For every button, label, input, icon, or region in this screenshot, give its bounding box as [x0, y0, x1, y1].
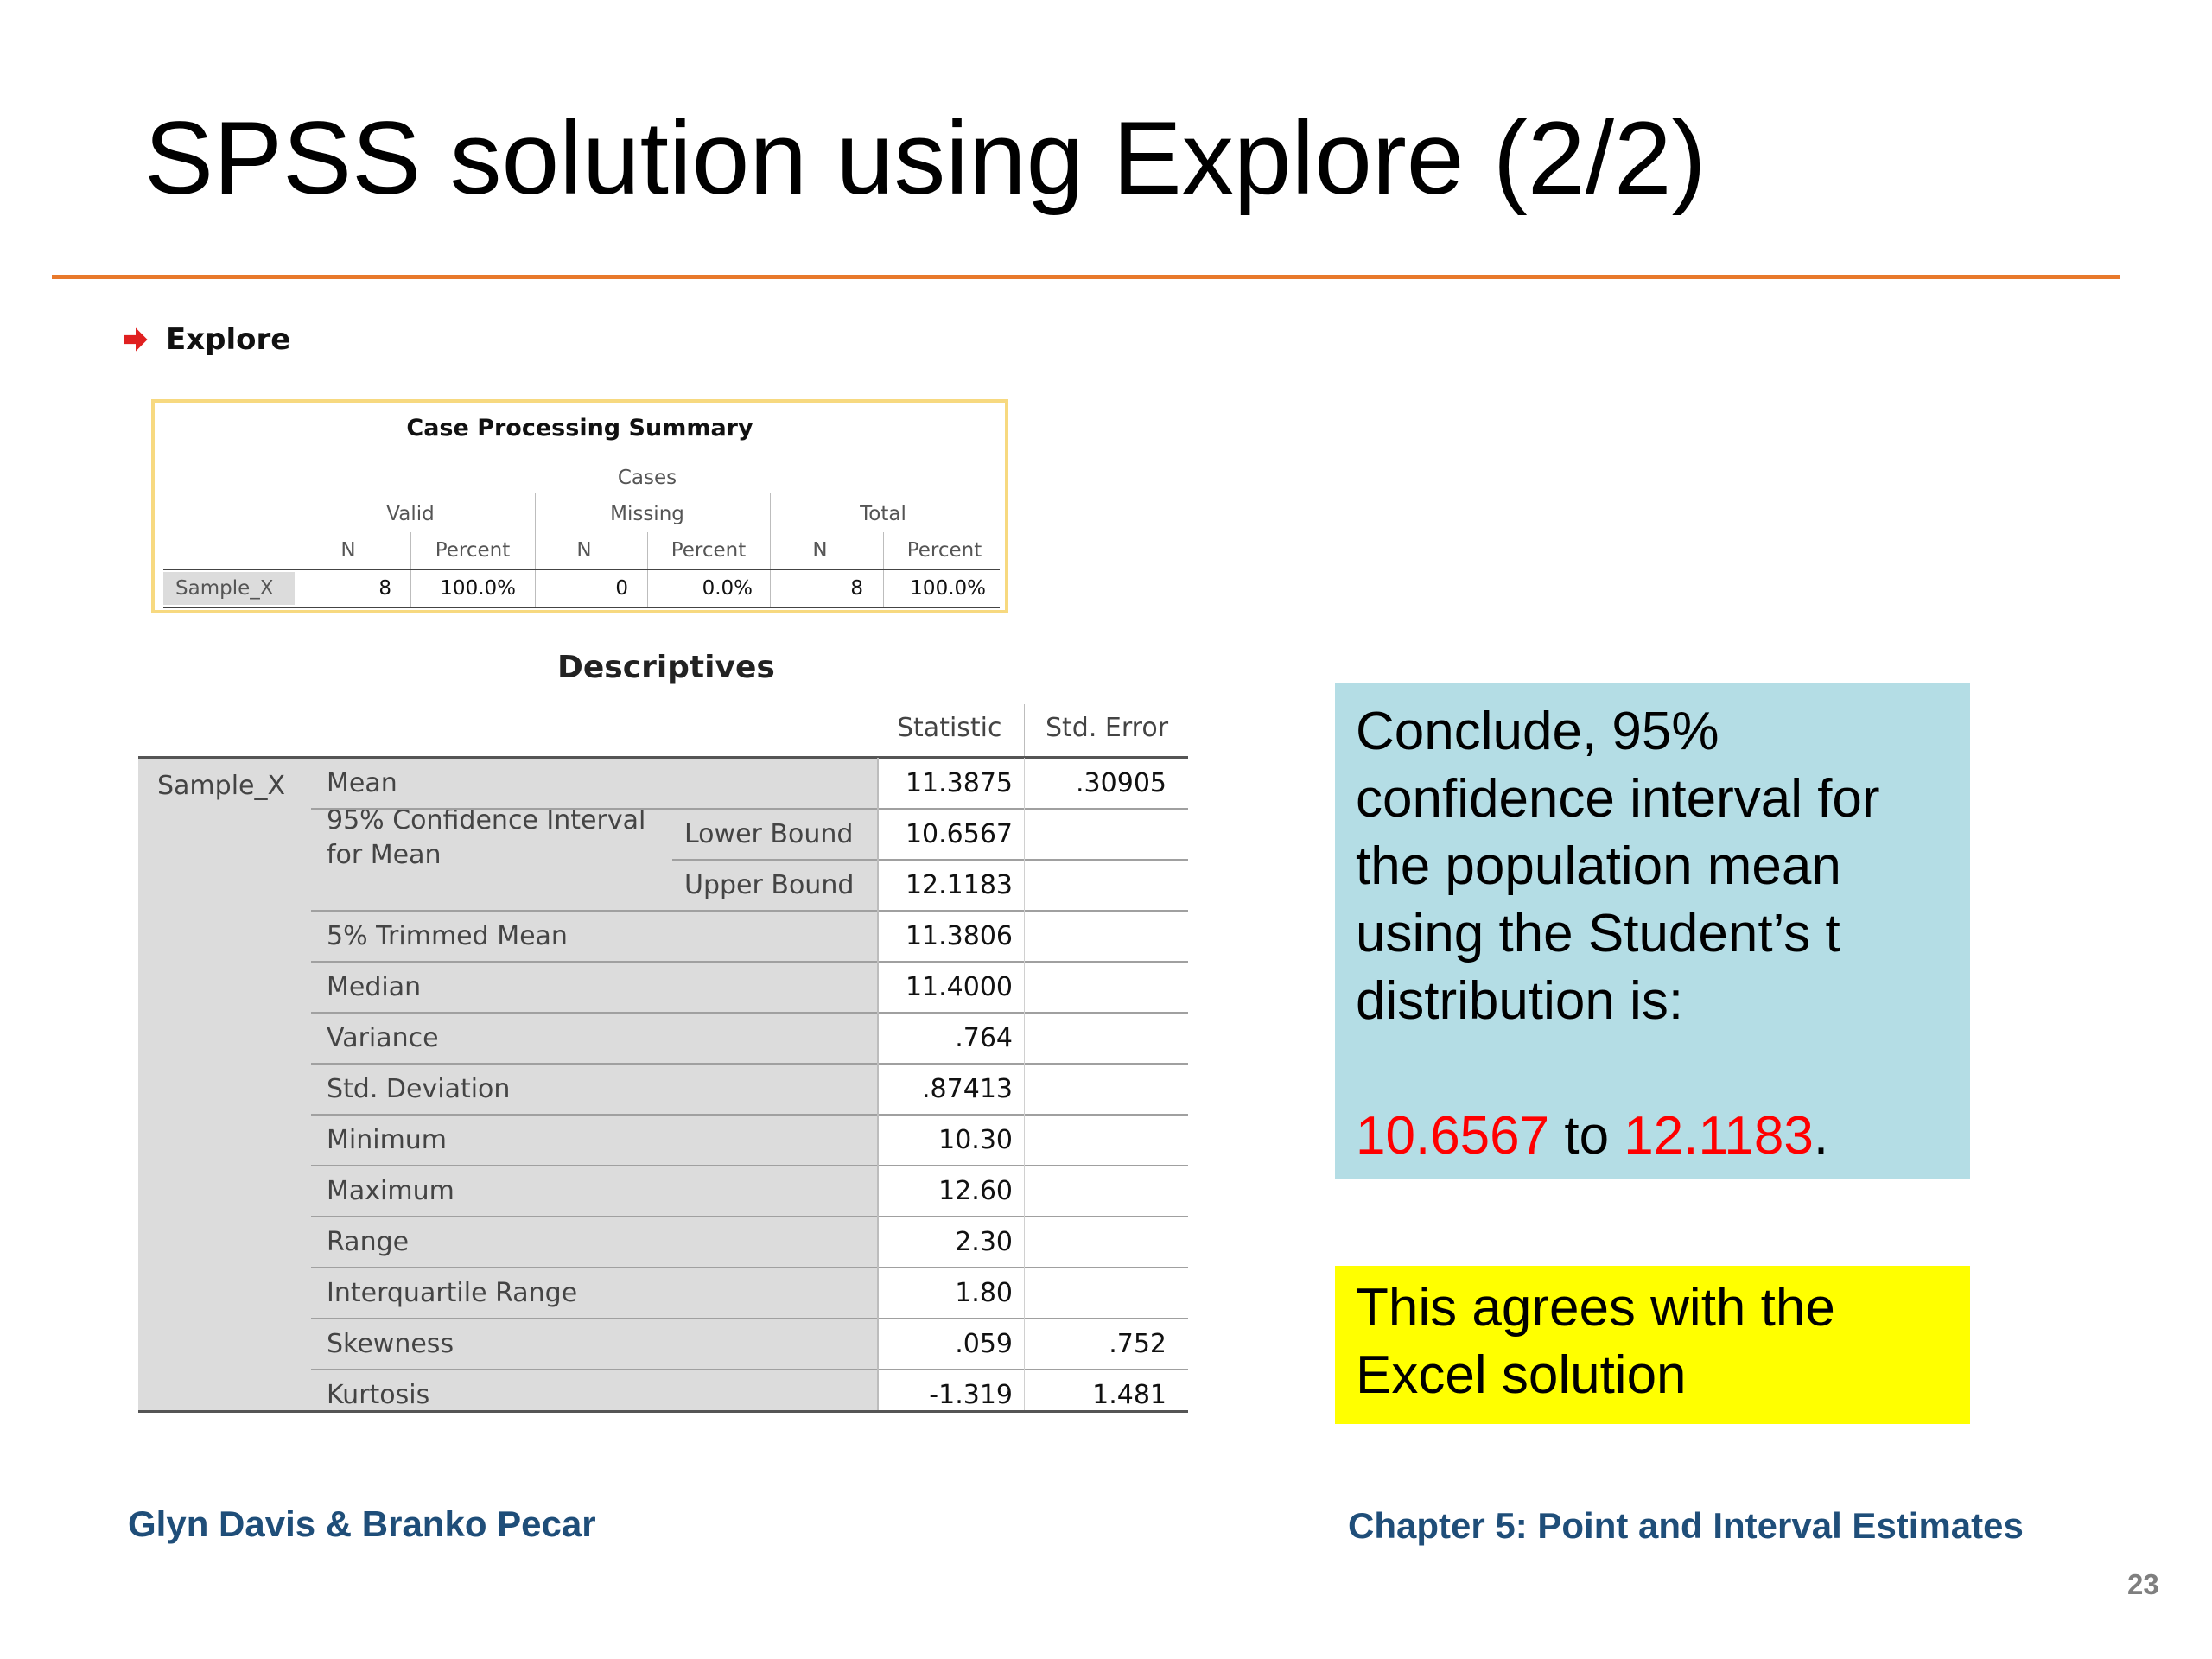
descriptives-row-statistic: .87413: [922, 1074, 1013, 1104]
descriptives-row-label: Skewness: [327, 1329, 454, 1359]
sub-header-n: N: [576, 539, 592, 562]
interval-end: .: [1813, 1106, 1829, 1166]
descriptives-row-statistic: 10.6567: [905, 819, 1013, 849]
descriptives-row-label: Range: [327, 1227, 410, 1257]
descriptives-row-statistic: 2.30: [955, 1227, 1013, 1257]
title-divider: [52, 275, 2120, 279]
descriptives-row-label: Median: [327, 972, 422, 1002]
interval-lower: 10.6567: [1356, 1106, 1550, 1166]
descriptives-row-statistic: -1.319: [929, 1380, 1013, 1410]
ci-label-line-2: for Mean: [327, 840, 442, 870]
explore-heading: Explore: [121, 318, 290, 361]
case-processing-title: Case Processing Summary: [406, 415, 753, 442]
value-total-percent: 100.0%: [910, 577, 986, 600]
variable-label: Sample_X: [157, 771, 286, 801]
footer-authors: Glyn Davis & Branko Pecar: [128, 1503, 596, 1544]
value-valid-percent: 100.0%: [440, 577, 516, 600]
descriptives-row-label: 5% Trimmed Mean: [327, 921, 568, 951]
descriptives-row-statistic: .764: [955, 1023, 1013, 1053]
conclusion-box: Conclude, 95% confidence interval for th…: [1335, 683, 1970, 1179]
descriptives-row-label: Upper Bound: [684, 870, 855, 900]
explore-label: Explore: [166, 322, 291, 357]
descriptives-row-statistic: 12.60: [938, 1176, 1013, 1206]
sub-header-percent: Percent: [906, 539, 982, 562]
descriptives-row-label: Minimum: [327, 1125, 448, 1155]
descriptives-row-statistic: 11.4000: [905, 972, 1013, 1002]
descriptives-row-statistic: 1.80: [955, 1278, 1013, 1308]
descriptives-row-std-error: .30905: [1076, 768, 1166, 798]
sub-header-percent: Percent: [671, 539, 747, 562]
descriptives-row-label: Std. Deviation: [327, 1074, 511, 1104]
case-processing-summary-table: Case Processing Summary Cases Valid Miss…: [151, 399, 1008, 613]
row-label: Sample_X: [175, 577, 274, 600]
descriptives-row-label: Maximum: [327, 1176, 454, 1206]
descriptives-row-statistic: 11.3806: [905, 921, 1013, 951]
page-number: 23: [2127, 1568, 2159, 1600]
descriptives-row-label: Mean: [327, 768, 397, 798]
red-arrow-icon: [124, 327, 148, 352]
descriptives-row-statistic: 11.3875: [905, 768, 1013, 798]
descriptives-table: Statistic Std. Error Sample_X 95% Confid…: [138, 704, 1188, 1421]
descriptives-row-statistic: 10.30: [938, 1125, 1013, 1155]
footer-chapter: Chapter 5: Point and Interval Estimates: [1348, 1505, 2024, 1546]
sub-header-percent: Percent: [435, 539, 511, 562]
descriptives-row-statistic: .059: [955, 1329, 1013, 1359]
value-missing-n: 0: [615, 577, 628, 600]
group-header-valid: Valid: [386, 503, 435, 525]
column-header-std-error: Std. Error: [1046, 713, 1169, 743]
group-header-total: Total: [860, 503, 906, 525]
interval-to: to: [1549, 1106, 1624, 1166]
group-header-missing: Missing: [610, 503, 684, 525]
descriptives-row-std-error: 1.481: [1092, 1380, 1166, 1410]
value-total-n: 8: [850, 577, 863, 600]
descriptives-row-std-error: .752: [1109, 1329, 1166, 1359]
conclusion-text: Conclude, 95% confidence interval for th…: [1356, 702, 1880, 1031]
descriptives-row-label: Variance: [327, 1023, 439, 1053]
descriptives-row-label: Kurtosis: [327, 1380, 430, 1410]
descriptives-row-label: Lower Bound: [684, 819, 854, 849]
interval-upper: 12.1183: [1624, 1106, 1814, 1166]
descriptives-row-statistic: 12.1183: [905, 870, 1013, 900]
descriptives-row-label: Interquartile Range: [327, 1278, 578, 1308]
sub-header-n: N: [340, 539, 356, 562]
interval-line: 10.6567 to 12.1183.: [1356, 1103, 1949, 1170]
agreement-box: This agrees with the Excel solution: [1335, 1266, 1970, 1424]
sub-header-n: N: [812, 539, 828, 562]
agreement-text: This agrees with the Excel solution: [1356, 1278, 1835, 1405]
descriptives-title: Descriptives: [557, 650, 775, 685]
value-valid-n: 8: [378, 577, 391, 600]
cases-header: Cases: [617, 467, 677, 489]
column-header-statistic: Statistic: [897, 713, 1002, 743]
value-missing-percent: 0.0%: [702, 577, 753, 600]
slide-title: SPSS solution using Explore (2/2): [144, 100, 1707, 216]
